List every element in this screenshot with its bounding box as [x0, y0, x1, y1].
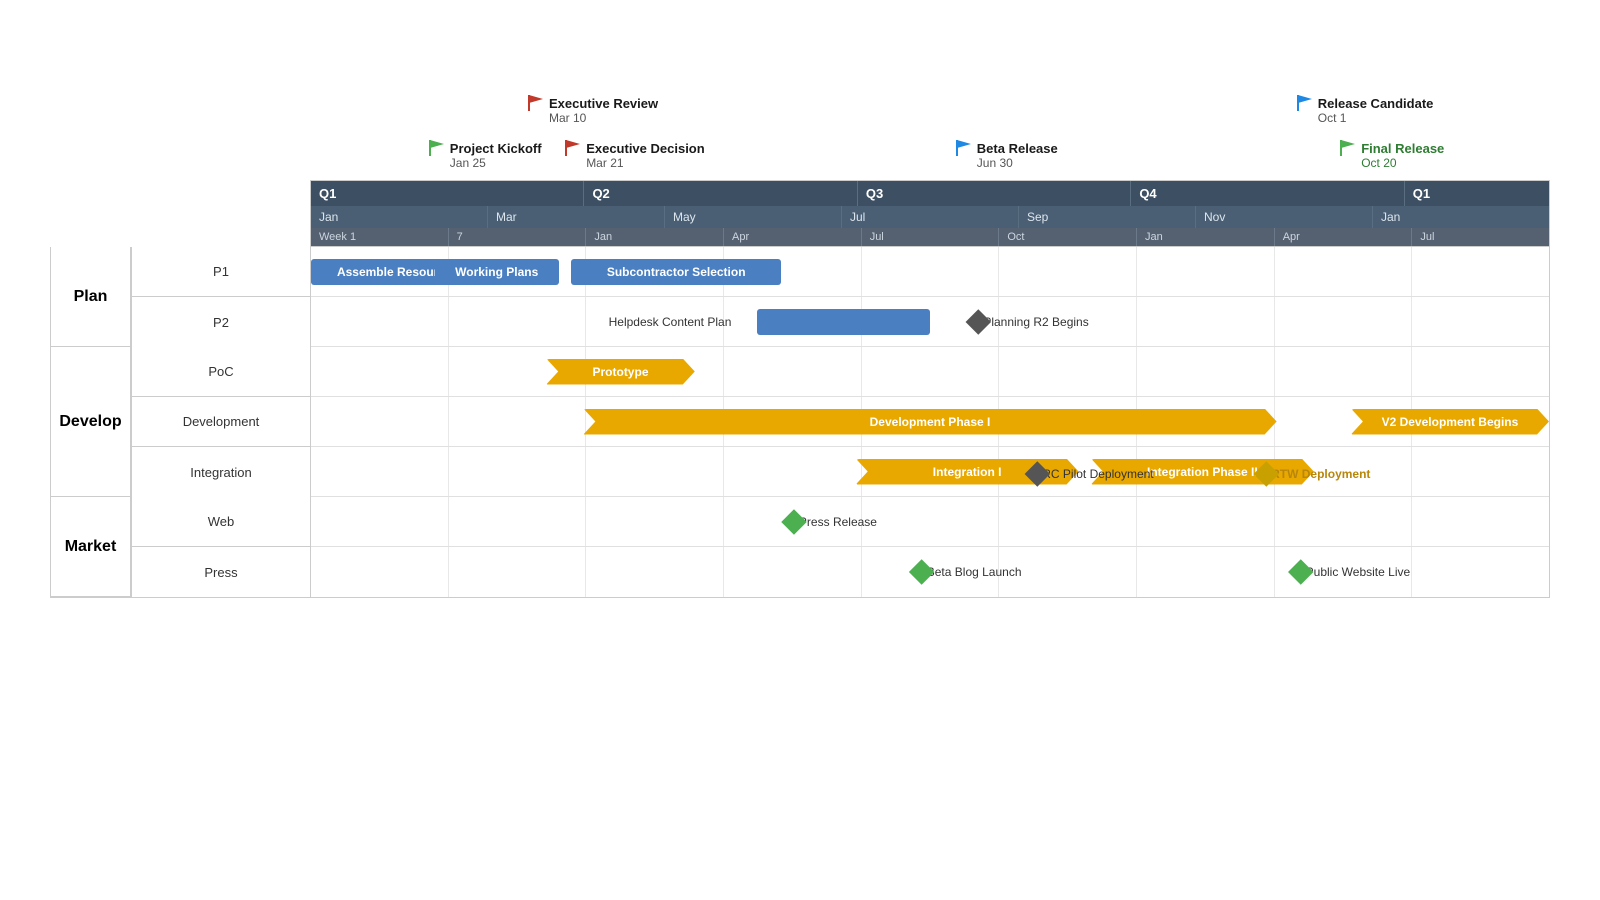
month-cell-4: Sep: [1019, 206, 1196, 228]
timeline-wrapper: Project KickoffJan 25Executive ReviewMar…: [50, 70, 1550, 598]
diamond-label: Beta Blog Launch: [927, 565, 1022, 579]
group-wrapper-plan: PlanP1P2: [51, 247, 311, 347]
week-cell-8: Jul: [1412, 228, 1549, 246]
milestone-date-executive-decision: Mar 21: [586, 156, 623, 170]
week-cell-7: Apr: [1275, 228, 1413, 246]
diamond-label: Public Website Live: [1306, 565, 1411, 579]
quarter-cell-0: Q1: [311, 181, 584, 206]
diamond-shape: [781, 509, 806, 534]
milestone-label-final-release: Final Release: [1361, 141, 1444, 156]
week-cell-4: Jul: [862, 228, 1000, 246]
week-cell-2: Jan: [586, 228, 724, 246]
quarter-cell-1: Q2: [584, 181, 857, 206]
diamond-shape: [909, 559, 934, 584]
gantt-diamond: Planning R2 Begins: [969, 315, 1088, 329]
gantt-diamond: RTW Deployment: [1257, 467, 1370, 481]
month-row: JanMarMayJulSepNovJan: [311, 206, 1549, 228]
group-label-market: Market: [51, 497, 131, 597]
row-label-poc: PoC: [131, 347, 311, 397]
gantt-diamond: Public Website Live: [1292, 565, 1411, 579]
month-cell-2: May: [665, 206, 842, 228]
milestone-executive-review: Executive ReviewMar 10: [527, 95, 658, 125]
diamond-label: Planning R2 Begins: [983, 315, 1088, 329]
month-cell-0: Jan: [311, 206, 488, 228]
milestone-label-beta-release: Beta Release: [977, 141, 1058, 156]
milestone-date-final-release: Oct 20: [1361, 156, 1396, 170]
diamond-label: RC Pilot Deployment: [1042, 467, 1153, 481]
week-cell-5: Oct: [999, 228, 1137, 246]
milestone-executive-decision: Executive DecisionMar 21: [564, 140, 705, 170]
milestone-label-executive-decision: Executive Decision: [586, 141, 705, 156]
row-label-development: Development: [131, 397, 311, 447]
gantt-bar: Prototype: [546, 359, 695, 385]
quarter-cell-3: Q4: [1131, 181, 1404, 206]
milestone-label-executive-review: Executive Review: [549, 96, 658, 111]
diamond-shape: [1288, 559, 1313, 584]
row-labels: PlanP1P2DevelopPoCDevelopmentIntegration…: [51, 247, 311, 597]
row-label-web: Web: [131, 497, 311, 547]
week-cell-0: Week 1: [311, 228, 449, 246]
gantt-row-poc: Prototype: [311, 347, 1549, 397]
gantt-bar: V2 Development Begins: [1351, 409, 1549, 435]
gantt-row-web: Press Release: [311, 497, 1549, 547]
gantt-body: PlanP1P2DevelopPoCDevelopmentIntegration…: [50, 247, 1550, 598]
timeline-header: Q1Q2Q3Q4Q1 JanMarMayJulSepNovJan Week 17…: [310, 180, 1550, 247]
gantt-rows: Assemble ResourcesWorking PlansSubcontra…: [311, 247, 1549, 597]
gantt-bar: Subcontractor Selection: [571, 259, 781, 285]
gantt-bar: Development Phase I: [583, 409, 1276, 435]
diamond-label: RTW Deployment: [1271, 467, 1370, 481]
week-cell-1: 7: [449, 228, 587, 246]
gantt-bar: Helpdesk Content Plan: [608, 309, 732, 335]
month-cell-5: Nov: [1196, 206, 1373, 228]
milestone-beta-release: Beta ReleaseJun 30: [955, 140, 1058, 170]
gantt-row-integration: Integration IIntegration Phase IIRC Pilo…: [311, 447, 1549, 497]
gantt-diamond: RC Pilot Deployment: [1028, 467, 1153, 481]
group-wrapper-develop: DevelopPoCDevelopmentIntegration: [51, 347, 311, 497]
milestone-date-release-candidate: Oct 1: [1318, 111, 1347, 125]
milestone-release-candidate: Release CandidateOct 1: [1296, 95, 1434, 125]
week-cell-6: Jan: [1137, 228, 1275, 246]
milestones-area: Project KickoffJan 25Executive ReviewMar…: [310, 70, 1550, 180]
milestone-label-project-kickoff: Project Kickoff: [450, 141, 542, 156]
quarter-row: Q1Q2Q3Q4Q1: [311, 181, 1549, 206]
gantt-bar: [757, 309, 930, 335]
group-wrapper-market: MarketWebPress: [51, 497, 311, 597]
gantt-row-press: Beta Blog Launch Public Website Live: [311, 547, 1549, 597]
group-label-plan: Plan: [51, 247, 131, 347]
milestone-project-kickoff: Project KickoffJan 25: [428, 140, 542, 170]
milestone-date-beta-release: Jun 30: [977, 156, 1013, 170]
group-label-develop: Develop: [51, 347, 131, 497]
row-label-press: Press: [131, 547, 311, 597]
milestone-date-project-kickoff: Jan 25: [450, 156, 486, 170]
row-label-integration: Integration: [131, 447, 311, 497]
milestone-date-executive-review: Mar 10: [549, 111, 586, 125]
gantt-row-p2: Helpdesk Content Plan Planning R2 Begins: [311, 297, 1549, 347]
diamond-shape: [966, 309, 991, 334]
gantt-row-p1: Assemble ResourcesWorking PlansSubcontra…: [311, 247, 1549, 297]
gantt-diamond: Beta Blog Launch: [913, 565, 1022, 579]
diamond-label: Press Release: [799, 515, 877, 529]
month-cell-3: Jul: [842, 206, 1019, 228]
gantt-row-development: Development Phase I V2 Development Begins: [311, 397, 1549, 447]
quarter-cell-4: Q1: [1405, 181, 1549, 206]
month-cell-6: Jan: [1373, 206, 1549, 228]
month-cell-1: Mar: [488, 206, 665, 228]
row-label-p1: P1: [131, 247, 311, 297]
gantt-bar: Working Plans: [435, 259, 559, 285]
quarter-cell-2: Q3: [858, 181, 1131, 206]
week-row: Week 17JanAprJulOctJanAprJul: [311, 228, 1549, 246]
milestone-label-release-candidate: Release Candidate: [1318, 96, 1434, 111]
milestone-final-release: Final ReleaseOct 20: [1339, 140, 1444, 170]
week-cell-3: Apr: [724, 228, 862, 246]
gantt-diamond: Press Release: [785, 515, 877, 529]
row-label-p2: P2: [131, 297, 311, 347]
